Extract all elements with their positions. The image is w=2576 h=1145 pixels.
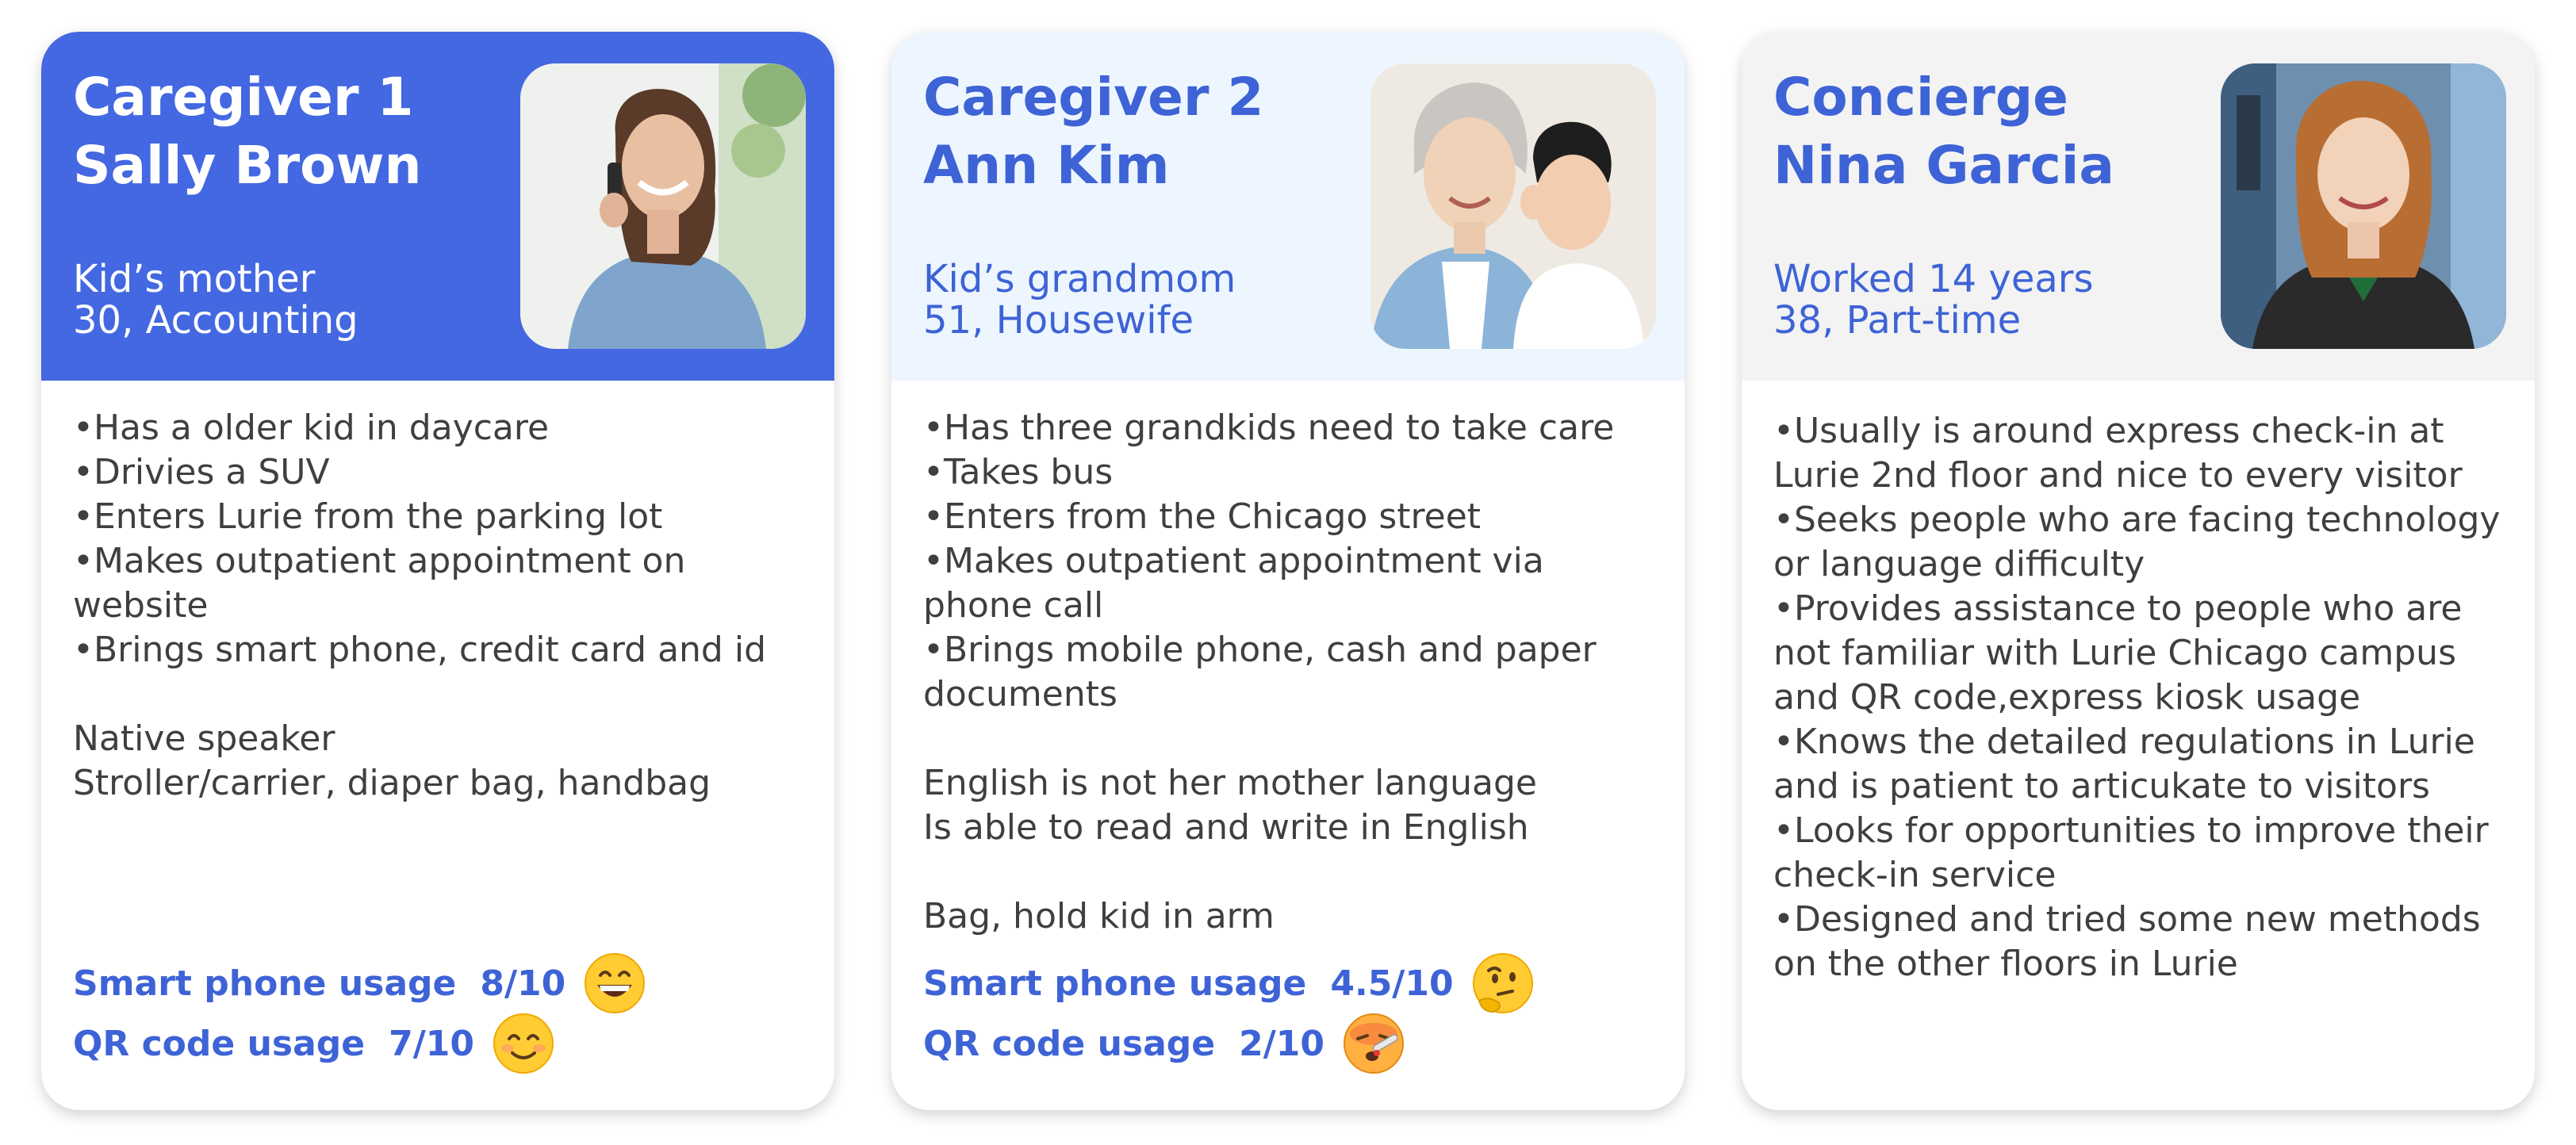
persona-details: •Has three grandkids need to take care •… bbox=[923, 406, 1661, 939]
metric-label: QR code usage bbox=[923, 1023, 1216, 1064]
detail-line: on the other floors in Lurie bbox=[1773, 944, 2238, 984]
detail-line: •Has three grandkids need to take care bbox=[923, 408, 1615, 448]
detail-line: •Knows the detailed regulations in Lurie bbox=[1773, 722, 2475, 762]
persona-experience: Worked 14 years bbox=[1773, 257, 2094, 301]
persona-card-caregiver-1: Caregiver 1 Sally Brown Kid’s mother 30,… bbox=[41, 32, 834, 1110]
metric-value: 8/10 bbox=[480, 963, 566, 1004]
persona-role: Caregiver 1 bbox=[73, 67, 414, 128]
concierge-woman-photo bbox=[2221, 63, 2506, 349]
persona-title: Caregiver 2 Ann Kim bbox=[923, 63, 1263, 200]
metric-label: Smart phone usage bbox=[923, 963, 1307, 1004]
detail-line: English is not her mother language bbox=[923, 763, 1537, 803]
detail-line: or language difficulty bbox=[1773, 544, 2145, 584]
persona-relation: Kid’s mother bbox=[73, 257, 316, 301]
detail-line: •Enters Lurie from the parking lot bbox=[73, 496, 663, 537]
metric-value: 2/10 bbox=[1239, 1023, 1325, 1064]
detail-line: •Seeks people who are facing technology bbox=[1773, 500, 2501, 540]
persona-card-concierge: Concierge Nina Garcia Worked 14 years 38… bbox=[1742, 32, 2535, 1110]
detail-line: Is able to read and write in English bbox=[923, 807, 1529, 848]
persona-header: Concierge Nina Garcia Worked 14 years 38… bbox=[1742, 32, 2535, 381]
detail-line bbox=[73, 672, 811, 717]
persona-age-occupation: 30, Accounting bbox=[73, 298, 358, 343]
smart-phone-usage-row: Smart phone usage 8/10 bbox=[73, 953, 787, 1013]
qr-code-usage-row: QR code usage 2/10 bbox=[923, 1013, 1637, 1074]
qr-code-usage-row: QR code usage 7/10 bbox=[73, 1013, 787, 1074]
detail-line: •Provides assistance to people who are bbox=[1773, 588, 2463, 629]
persona-age-employment: 38, Part-time bbox=[1773, 298, 2022, 343]
detail-line: •Makes outpatient appointment via bbox=[923, 541, 1544, 581]
persona-subtitle: Worked 14 years 38, Part-time bbox=[1773, 258, 2094, 341]
detail-line: •Takes bus bbox=[923, 452, 1114, 492]
detail-line: •Usually is around express check-in at bbox=[1773, 411, 2444, 451]
persona-details: •Has a older kid in daycare •Drivies a S… bbox=[73, 406, 811, 806]
persona-name: Sally Brown bbox=[73, 135, 422, 196]
detail-line: not familiar with Lurie Chicago campus bbox=[1773, 633, 2456, 673]
thinking-face-icon bbox=[1471, 952, 1535, 1015]
persona-age-occupation: 51, Housewife bbox=[923, 298, 1194, 343]
metric-label: QR code usage bbox=[73, 1023, 366, 1064]
detail-line: •Brings smart phone, credit card and id bbox=[73, 630, 767, 670]
persona-role: Concierge bbox=[1773, 67, 2068, 128]
detail-line: Bag, hold kid in arm bbox=[923, 896, 1275, 936]
detail-line: Stroller/carrier, diaper bag, handbag bbox=[73, 763, 711, 803]
persona-name: Nina Garcia bbox=[1773, 135, 2114, 196]
detail-line bbox=[923, 850, 1661, 894]
persona-subtitle: Kid’s grandmom 51, Housewife bbox=[923, 258, 1236, 341]
persona-title: Concierge Nina Garcia bbox=[1773, 63, 2114, 200]
metric-value: 7/10 bbox=[389, 1023, 475, 1064]
detail-line: phone call bbox=[923, 585, 1104, 626]
persona-details: •Usually is around express check-in at L… bbox=[1773, 409, 2511, 986]
detail-line: •Brings mobile phone, cash and paper bbox=[923, 630, 1597, 670]
persona-header: Caregiver 1 Sally Brown Kid’s mother 30,… bbox=[41, 32, 834, 381]
detail-line: •Drivies a SUV bbox=[73, 452, 330, 492]
smart-phone-usage-row: Smart phone usage 4.5/10 bbox=[923, 953, 1637, 1013]
detail-line: Lurie 2nd floor and nice to every visito… bbox=[1773, 455, 2463, 496]
detail-line: website bbox=[73, 585, 209, 626]
detail-line: •Has a older kid in daycare bbox=[73, 408, 550, 448]
persona-relation: Kid’s grandmom bbox=[923, 257, 1236, 301]
persona-card-caregiver-2: Caregiver 2 Ann Kim Kid’s grandmom 51, H… bbox=[891, 32, 1685, 1110]
smiling-face-icon bbox=[492, 1012, 555, 1075]
detail-line: •Makes outpatient appointment on bbox=[73, 541, 686, 581]
detail-line: check-in service bbox=[1773, 855, 2057, 895]
usage-metrics: Smart phone usage 4.5/10 QR code usage 2… bbox=[923, 953, 1637, 1074]
woman-on-phone-photo bbox=[520, 63, 806, 349]
metric-label: Smart phone usage bbox=[73, 963, 457, 1004]
metric-value: 4.5/10 bbox=[1330, 963, 1454, 1004]
detail-line bbox=[923, 717, 1661, 761]
grinning-face-icon bbox=[583, 952, 646, 1015]
persona-subtitle: Kid’s mother 30, Accounting bbox=[73, 258, 358, 341]
usage-metrics: Smart phone usage 8/10 QR code usage 7/1… bbox=[73, 953, 787, 1074]
persona-title: Caregiver 1 Sally Brown bbox=[73, 63, 421, 200]
detail-line: Native speaker bbox=[73, 718, 335, 759]
face-with-thermometer-icon bbox=[1342, 1012, 1405, 1075]
persona-role: Caregiver 2 bbox=[923, 67, 1264, 128]
detail-line: •Looks for opportunities to improve thei… bbox=[1773, 810, 2489, 851]
persona-header: Caregiver 2 Ann Kim Kid’s grandmom 51, H… bbox=[891, 32, 1685, 381]
persona-name: Ann Kim bbox=[923, 135, 1170, 196]
persona-board: Caregiver 1 Sally Brown Kid’s mother 30,… bbox=[0, 0, 2576, 1145]
detail-line: •Designed and tried some new methods bbox=[1773, 899, 2481, 940]
detail-line: •Enters from the Chicago street bbox=[923, 496, 1482, 537]
grandmother-and-child-photo bbox=[1370, 63, 1656, 349]
detail-line: and QR code,express kiosk usage bbox=[1773, 677, 2361, 718]
detail-line: documents bbox=[923, 674, 1117, 714]
detail-line: and is patient to articukate to visitors bbox=[1773, 766, 2430, 806]
